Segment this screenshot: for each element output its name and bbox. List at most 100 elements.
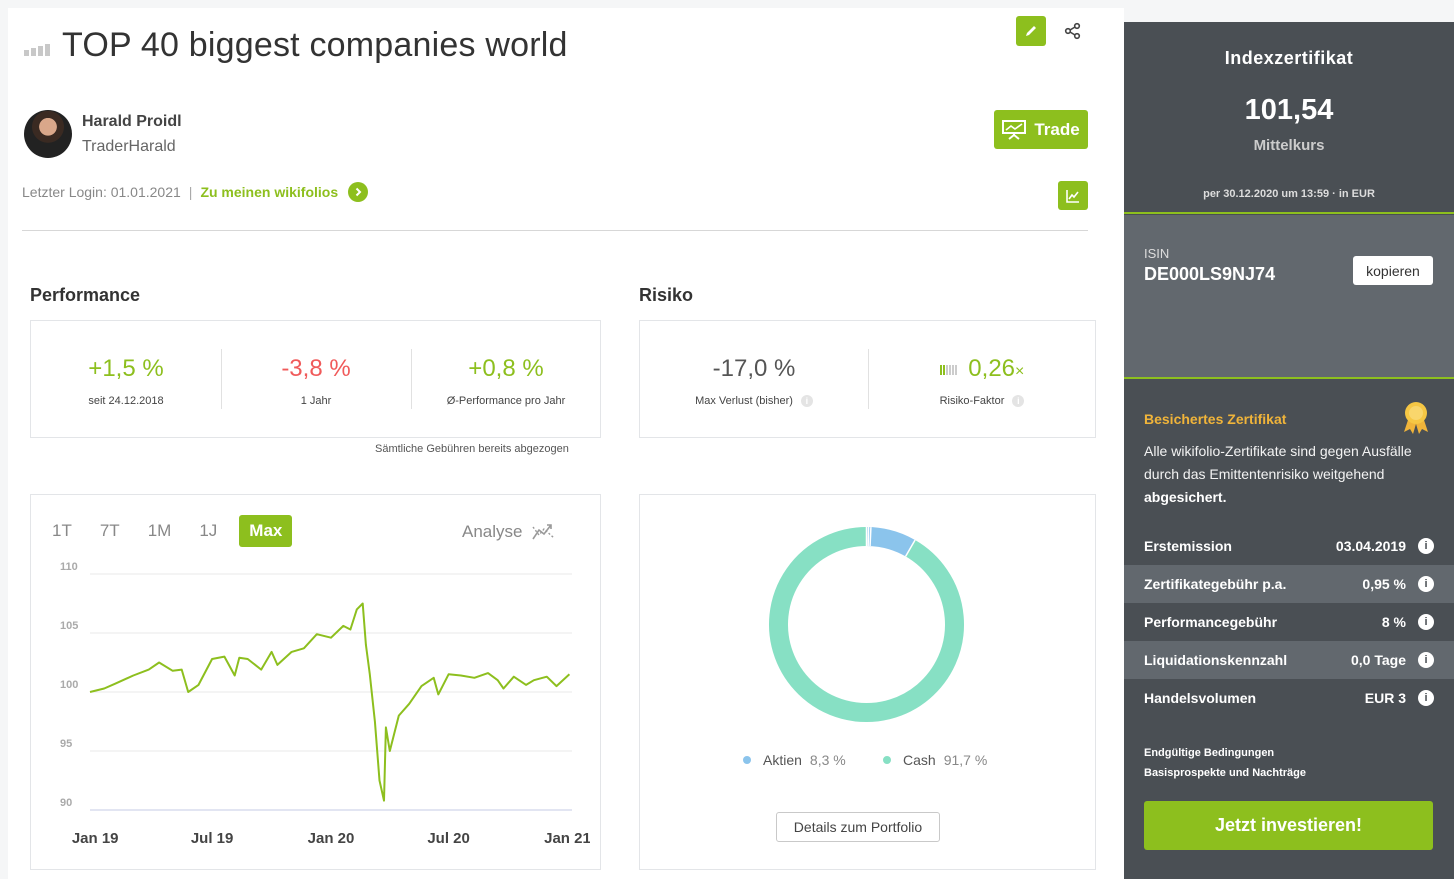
attribute-row: Performancegebühr 8 % i: [1124, 603, 1454, 641]
attribute-value: 0,0 Tage: [1351, 652, 1406, 668]
prospectus-link[interactable]: Basisprospekte und Nachträge: [1144, 767, 1306, 779]
attribute-key: Handelsvolumen: [1144, 690, 1257, 706]
y-tick-label: 110: [60, 562, 78, 573]
range-tab-1t[interactable]: 1T: [52, 521, 72, 541]
legend-value: 91,7 %: [943, 752, 988, 768]
kpi-value-row: 0,26×: [868, 355, 1096, 383]
share-button[interactable]: [1060, 16, 1086, 46]
performance-line-chart[interactable]: 110 105 100 95 90 Jan 19 Jul 19 Jan 20 Jul 20 Jan…: [50, 562, 590, 862]
invest-button[interactable]: Jetzt investieren!: [1144, 801, 1433, 850]
legend-label: Aktien: [763, 752, 802, 768]
kpi-value: -17,0 %: [712, 355, 796, 382]
analyse-icon: [532, 524, 555, 540]
info-icon[interactable]: i: [1418, 614, 1434, 630]
page-title: TOP 40 biggest companies world: [62, 26, 568, 64]
attribute-key: Erstemission: [1144, 538, 1232, 554]
price-value: 101,54: [1244, 94, 1334, 126]
portfolio-details-button[interactable]: Details zum Portfolio: [776, 812, 940, 842]
kpi-since-start: +1,5 % seit 24.12.2018: [31, 355, 221, 407]
x-tick-label: Jan 21: [544, 830, 590, 847]
donut-slice-cash[interactable]: [769, 527, 964, 722]
y-tick-label: 95: [60, 738, 72, 750]
isin-panel: [1124, 215, 1454, 377]
attribute-row: Handelsvolumen EUR 3 i: [1124, 679, 1454, 717]
range-tab-1m[interactable]: 1M: [148, 521, 172, 541]
kpi-label-row: Risiko-Faktor i: [868, 395, 1096, 408]
attribute-value: 03.04.2019: [1335, 538, 1406, 554]
wikifolios-link[interactable]: Zu meinen wikifolios: [200, 184, 338, 200]
kpi-label-row: Max Verlust (bisher) i: [640, 395, 868, 408]
info-icon[interactable]: i: [1012, 395, 1025, 408]
kpi-value: +1,5 %: [88, 355, 164, 382]
author-name[interactable]: Harald Proidl: [82, 113, 182, 131]
pencil-icon: [1026, 26, 1036, 36]
analyse-button[interactable]: Analyse: [462, 522, 556, 542]
legend-dot: [743, 756, 751, 764]
legend-aktien: Aktien 8,3 %: [743, 752, 846, 768]
legend-value: 8,3 %: [809, 752, 846, 768]
share-icon: [1064, 22, 1081, 40]
portfolio-donut-chart[interactable]: [764, 522, 969, 727]
y-tick-label: 100: [60, 679, 78, 691]
risk-card: -17,0 % Max Verlust (bisher) i 0,26× Risi…: [639, 320, 1096, 438]
kpi-risk-factor: 0,26× Risiko-Faktor i: [868, 355, 1096, 408]
range-tab-max[interactable]: Max: [239, 515, 293, 547]
author-nickname[interactable]: TraderHarald: [82, 138, 176, 156]
title-row: TOP 40 biggest companies world: [24, 26, 568, 65]
info-icon[interactable]: i: [1418, 538, 1434, 554]
kpi-label: 1 Jahr: [300, 395, 332, 407]
final-terms-link[interactable]: Endgültige Bedingungen: [1144, 747, 1274, 759]
x-tick-label: Jul 19: [191, 830, 234, 847]
secured-text: Alle wikifolio-Zertifikate sind gegen Au…: [1144, 440, 1424, 509]
edit-button[interactable]: [1016, 16, 1046, 46]
chevron-right-icon[interactable]: [348, 182, 369, 202]
kpi-label: Risiko-Faktor: [939, 395, 1005, 407]
range-tab-1j[interactable]: 1J: [199, 521, 217, 541]
trade-label: Trade: [1034, 119, 1080, 139]
accent-line: [1124, 377, 1454, 379]
price-panel: Indexzertifikat 101,54 Mittelkurs per 30…: [1124, 22, 1454, 213]
copy-isin-button[interactable]: kopieren: [1353, 256, 1433, 285]
legend-dot: [883, 756, 891, 764]
chart-button[interactable]: [1058, 181, 1088, 210]
accent-line: [1124, 212, 1454, 214]
y-tick-label: 105: [60, 620, 78, 632]
kpi-label: seit 24.12.2018: [88, 395, 164, 407]
range-tab-7t[interactable]: 7T: [100, 521, 120, 541]
header-divider: [22, 230, 1088, 231]
attribute-key: Liquidationskennzahl: [1144, 652, 1288, 668]
performance-title: Performance: [30, 285, 141, 305]
x-tick-label: Jul 20: [427, 830, 470, 847]
attribute-row: Zertifikategebühr p.a. 0,95 % i: [1124, 565, 1454, 603]
kpi-one-year: -3,8 % 1 Jahr: [221, 355, 411, 407]
isin-value: DE000LS9NJ74: [1144, 264, 1276, 284]
info-icon[interactable]: i: [1418, 576, 1434, 592]
kpi-label: Max Verlust (bisher): [695, 395, 793, 407]
info-icon[interactable]: i: [1418, 652, 1434, 668]
trade-button[interactable]: Trade: [994, 110, 1088, 149]
fees-note: Sämtliche Gebühren bereits abgezogen: [375, 443, 569, 455]
certificate-sidebar: Indexzertifikat 101,54 Mittelkurs per 30…: [1124, 22, 1454, 879]
donut-slice-aktien[interactable]: [866, 527, 916, 557]
attribute-value: 8 %: [1381, 614, 1406, 630]
line-chart-icon: [1066, 189, 1079, 203]
avatar[interactable]: [24, 110, 72, 158]
attribute-key: Performancegebühr: [1144, 614, 1278, 630]
x-tick-label: Jan 19: [72, 830, 119, 847]
attribute-key: Zertifikategebühr p.a.: [1144, 576, 1287, 592]
kpi-max-loss: -17,0 % Max Verlust (bisher) i: [640, 355, 868, 408]
info-icon[interactable]: i: [800, 395, 813, 408]
kpi-value: -3,8 %: [281, 355, 351, 382]
last-login-row: Letzter Login: 01.01.2021 | Zu meinen wi…: [22, 182, 369, 202]
info-icon[interactable]: i: [1418, 690, 1434, 706]
attribute-value: EUR 3: [1364, 690, 1406, 706]
secured-title: Besichertes Zertifikat: [1144, 411, 1287, 427]
legend-label: Cash: [903, 752, 936, 768]
medal-icon: [1404, 402, 1428, 434]
secured-text-body: Alle wikifolio-Zertifikate sind gegen Au…: [1144, 443, 1412, 482]
last-login-text: Letzter Login: 01.01.2021: [22, 184, 181, 200]
attribute-row: Erstemission 03.04.2019 i: [1124, 527, 1454, 565]
separator: |: [188, 184, 193, 200]
isin-label: ISIN: [1144, 246, 1170, 261]
kpi-label: Ø-Performance pro Jahr: [446, 395, 566, 407]
